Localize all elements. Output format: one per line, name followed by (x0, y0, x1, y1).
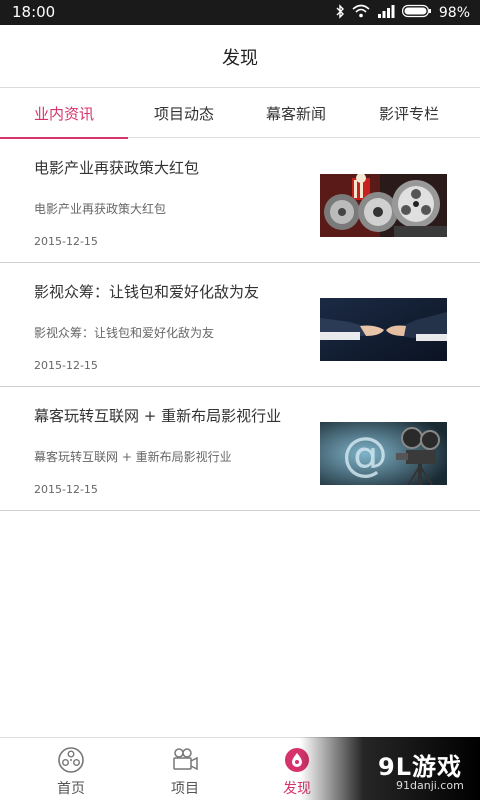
news-summary: 电影产业再获政策大红包 (34, 202, 167, 216)
nav-home[interactable]: 首页 (21, 738, 121, 800)
tab-label: 幕客新闻 (265, 105, 326, 123)
watermark-url: 91danji.com (396, 779, 464, 792)
app-header: 发现 (0, 25, 480, 88)
news-title: 影视众筹：让钱包和爱好化敌为友 (34, 283, 260, 301)
status-time: 18:00 (12, 3, 56, 21)
tab-label: 影评专栏 (378, 105, 439, 123)
news-item[interactable]: 电影产业再获政策大红包 电影产业再获政策大红包 2015-12-15 (0, 139, 480, 263)
camera-icon (171, 746, 199, 774)
battery-percent: 98% (438, 5, 470, 21)
tab-project-updates[interactable]: 项目动态 (120, 88, 248, 138)
news-item[interactable]: 影视众筹：让钱包和爱好化敌为友 影视众筹：让钱包和爱好化敌为友 2015-12-… (0, 263, 480, 387)
watermark-overlay: 9L游戏 91danji.com (300, 737, 480, 800)
news-thumbnail-film-reels (320, 174, 447, 237)
page-title: 发现 (222, 48, 258, 69)
nav-projects[interactable]: 项目 (135, 738, 235, 800)
news-item[interactable]: 幕客玩转互联网 + 重新布局影视行业 幕客玩转互联网 + 重新布局影视行业 20… (0, 387, 480, 511)
news-summary: 幕客玩转互联网 + 重新布局影视行业 (34, 450, 232, 464)
nav-label: 首页 (57, 781, 85, 797)
news-summary: 影视众筹：让钱包和爱好化敌为友 (34, 326, 215, 340)
status-bar: 18:00 98% (0, 0, 480, 25)
category-tabs: 业内资讯 项目动态 幕客新闻 影评专栏 (0, 88, 480, 139)
news-date: 2015-12-15 (34, 483, 98, 496)
wifi-icon (352, 4, 370, 22)
watermark-logo: 9L游戏 (378, 753, 462, 781)
tab-label: 项目动态 (153, 105, 214, 123)
signal-icon (377, 4, 395, 22)
tab-industry-news[interactable]: 业内资讯 (0, 88, 128, 139)
news-thumbnail-projector: @ (320, 422, 447, 485)
battery-icon (401, 4, 432, 22)
tab-muke-news[interactable]: 幕客新闻 (232, 88, 360, 138)
news-title: 电影产业再获政策大红包 (34, 159, 200, 177)
bluetooth-icon (335, 3, 345, 23)
news-title: 幕客玩转互联网 + 重新布局影视行业 (34, 407, 282, 425)
film-reel-icon (57, 746, 85, 774)
nav-label: 项目 (171, 781, 199, 797)
news-date: 2015-12-15 (34, 359, 98, 372)
news-date: 2015-12-15 (34, 235, 98, 248)
tab-label: 业内资讯 (33, 105, 94, 123)
status-icons: 98% (335, 3, 470, 23)
news-thumbnail-handshake (320, 298, 447, 361)
svg-text:@: @ (342, 427, 388, 481)
tab-film-reviews[interactable]: 影评专栏 (345, 88, 473, 138)
